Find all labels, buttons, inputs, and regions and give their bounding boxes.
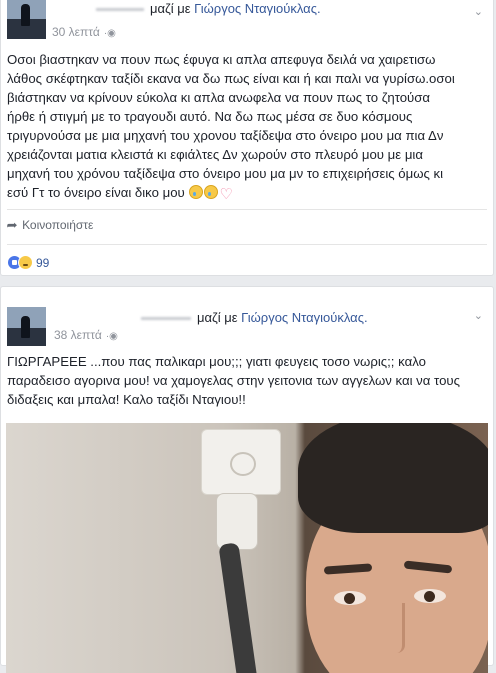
post-photo[interactable] (6, 423, 488, 673)
sad-reaction-icon (18, 255, 33, 270)
avatar-figure (21, 4, 30, 26)
post-line: Οσοι βιαστηκαν να πουν πως έφυγα κι απλα… (7, 52, 436, 67)
chevron-down-icon[interactable]: ⌄ (474, 309, 483, 322)
crying-face-emoji (189, 185, 204, 199)
timestamp-text: 38 λεπτά (54, 328, 102, 342)
chevron-down-icon[interactable]: ⌄ (474, 5, 483, 18)
tagged-friend-link[interactable]: Γιώργος Νταγιούκλας. (241, 310, 367, 325)
photo-nose (384, 603, 405, 653)
globe-icon: ·​◉ (105, 331, 118, 342)
photo-hair (298, 423, 488, 533)
post-timestamp[interactable]: 38 λεπτά ·​◉ (54, 328, 118, 342)
post-line: λάθος σκέφτηκαν ταξίδι εκανα να δω πως ε… (7, 71, 455, 86)
globe-icon: ·​◉ (103, 28, 116, 39)
avatar[interactable] (7, 307, 46, 346)
post-header: μαζί με Γιώργος Νταγιούκλας. (141, 310, 368, 325)
post-body: ΓΙΩΡΓΑΡΕΕΕ ...που πας παλικαρι μου;;; γι… (7, 352, 491, 409)
share-label: Κοινοποιήστε (22, 218, 94, 232)
post-line: παραδεισο αγορινα μου! να χαμογελας στην… (7, 373, 460, 388)
avatar-figure (21, 316, 30, 338)
post-line-last: εσύ Γτ το όνειρο είναι δικο μου ♡ (7, 183, 491, 202)
crying-face-emoji (204, 185, 219, 199)
post-line-text: εσύ Γτ το όνειρο είναι δικο μου (7, 185, 185, 200)
blurred-author-name (96, 8, 144, 12)
photo-outlet-slot (230, 452, 256, 476)
photo-eye-right (414, 589, 446, 603)
with-text: μαζί με (150, 1, 191, 16)
photo-outlet-plate (201, 429, 281, 495)
post-line: ήρθε ή στιγμή με το τραγουδι αυτό. Να δω… (7, 109, 413, 124)
post-line: τριγυρνούσα με μια μηχανή του χρονου ταξ… (7, 128, 444, 143)
divider (7, 244, 487, 245)
avatar[interactable] (7, 0, 46, 39)
photo-eye-left (334, 591, 366, 605)
post-line: χρειάζονται ματια κλειστά κι εφιάλτες Δν… (7, 147, 423, 162)
post-line: μηχανή του χρόνου ταξίδεψα στο όνειρο μο… (7, 166, 444, 181)
post-header: μαζί με Γιώργος Νταγιούκλας. (96, 1, 321, 16)
share-button[interactable]: ➦ Κοινοποιήστε (6, 218, 94, 232)
share-arrow-icon: ➦ (6, 218, 18, 232)
reactions-summary[interactable]: 99 (7, 255, 49, 270)
pink-heart-emoji: ♡ (219, 186, 233, 203)
post-line: ΓΙΩΡΓΑΡΕΕΕ ...που πας παλικαρι μου;;; γι… (7, 354, 426, 369)
reaction-count: 99 (36, 256, 50, 270)
post-line: βιάστηκαν να κρίνουν εύκολα κι απλα ανωφ… (7, 90, 431, 105)
timestamp-text: 30 λεπτά (52, 25, 100, 39)
blurred-author-name (141, 317, 191, 321)
post-timestamp[interactable]: 30 λεπτά ·​◉ (52, 25, 116, 39)
post-card-1: μαζί με Γιώργος Νταγιούκλας. 30 λεπτά ·​◉… (0, 0, 494, 276)
tagged-friend-link[interactable]: Γιώργος Νταγιούκλας. (194, 1, 320, 16)
photo-plug (216, 493, 258, 550)
divider (7, 209, 487, 210)
post-card-2: μαζί με Γιώργος Νταγιούκλας. 38 λεπτά ·​◉… (0, 286, 494, 673)
post-line: διδαξεις και μπαλα! Καλο ταξίδι Νταγιου!… (7, 392, 246, 407)
with-text: μαζί με (197, 310, 238, 325)
post-body: Οσοι βιαστηκαν να πουν πως έφυγα κι απλα… (7, 50, 491, 202)
